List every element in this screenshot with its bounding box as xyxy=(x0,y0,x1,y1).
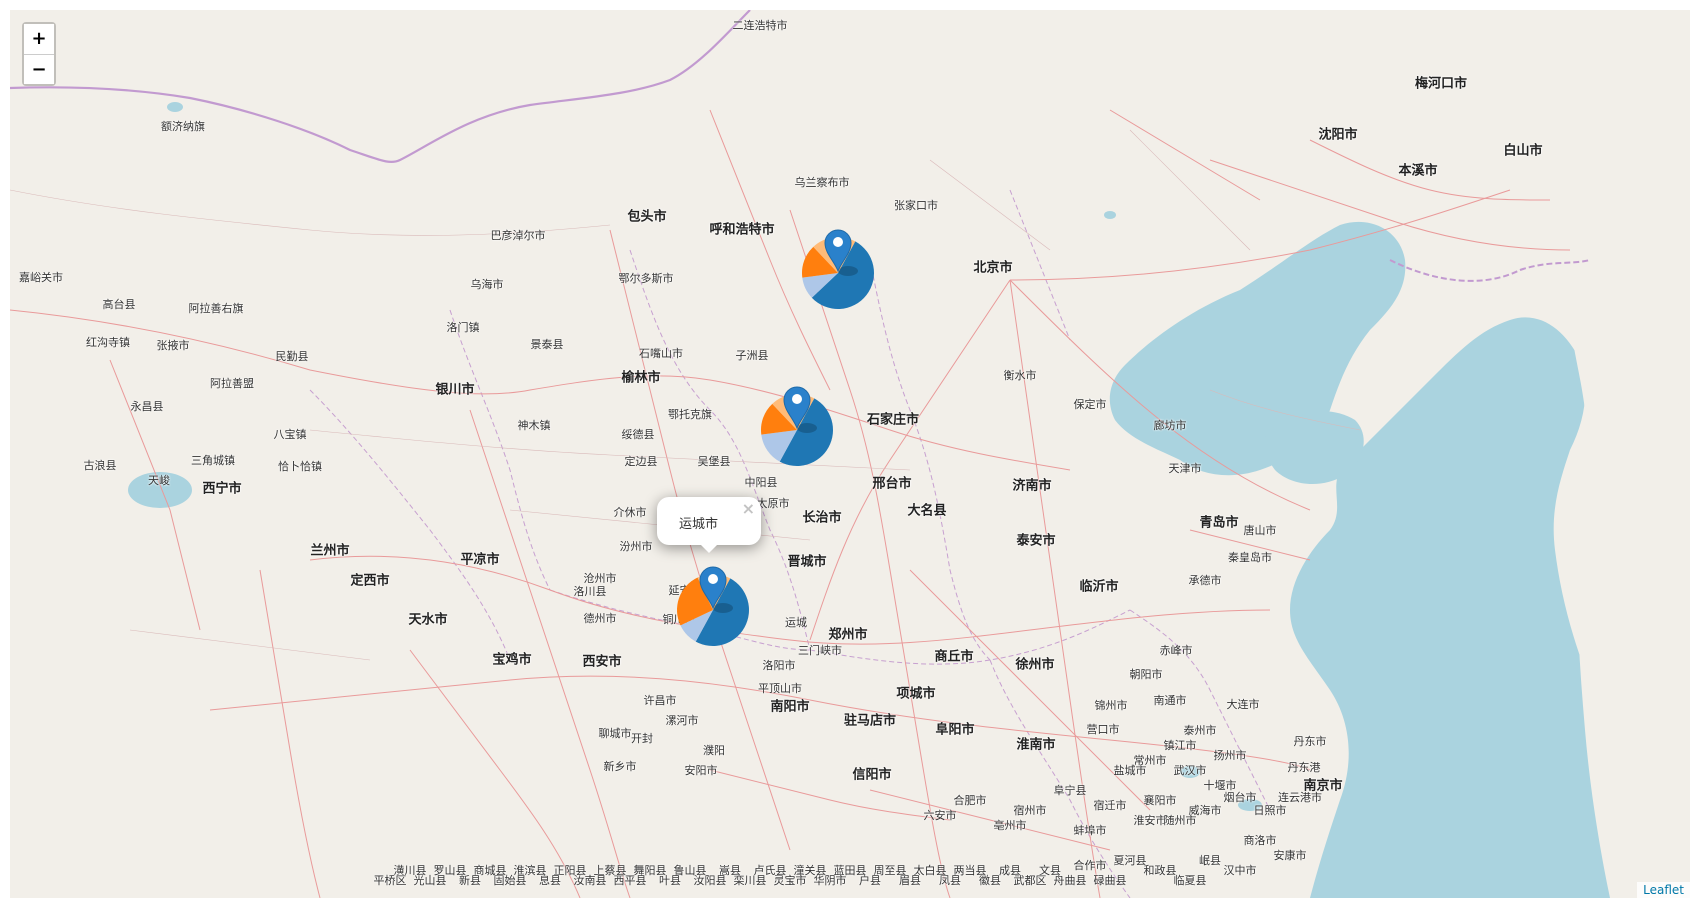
marker-overlay xyxy=(677,229,875,646)
popup-close-button[interactable]: × xyxy=(742,499,755,518)
pin-center-dot xyxy=(833,237,843,247)
zoom-in-button[interactable]: + xyxy=(24,24,54,54)
zoom-control: + − xyxy=(22,22,56,86)
pin-center-dot xyxy=(708,574,718,584)
attribution: Leaflet xyxy=(1637,882,1690,898)
marker-shadow xyxy=(838,266,858,276)
zoom-out-button[interactable]: − xyxy=(24,54,54,84)
pie-marker[interactable] xyxy=(761,386,833,466)
marker-shadow xyxy=(713,603,733,613)
pie-marker[interactable] xyxy=(677,566,749,646)
pin-center-dot xyxy=(792,394,802,404)
leaflet-link[interactable]: Leaflet xyxy=(1643,883,1684,897)
marker-shadow xyxy=(797,423,817,433)
pie-marker[interactable] xyxy=(802,229,875,310)
map-popup: 运城市 × xyxy=(657,497,761,553)
popup-content: 运城市 xyxy=(679,517,719,532)
map-container[interactable]: 包头市 呼和浩特市 北京市 银川市 榆林市 石家庄市 邢台市 大名县 济南市 长治市 兰州市 西宁市天… xyxy=(10,10,1690,898)
popup-tip xyxy=(699,543,719,553)
